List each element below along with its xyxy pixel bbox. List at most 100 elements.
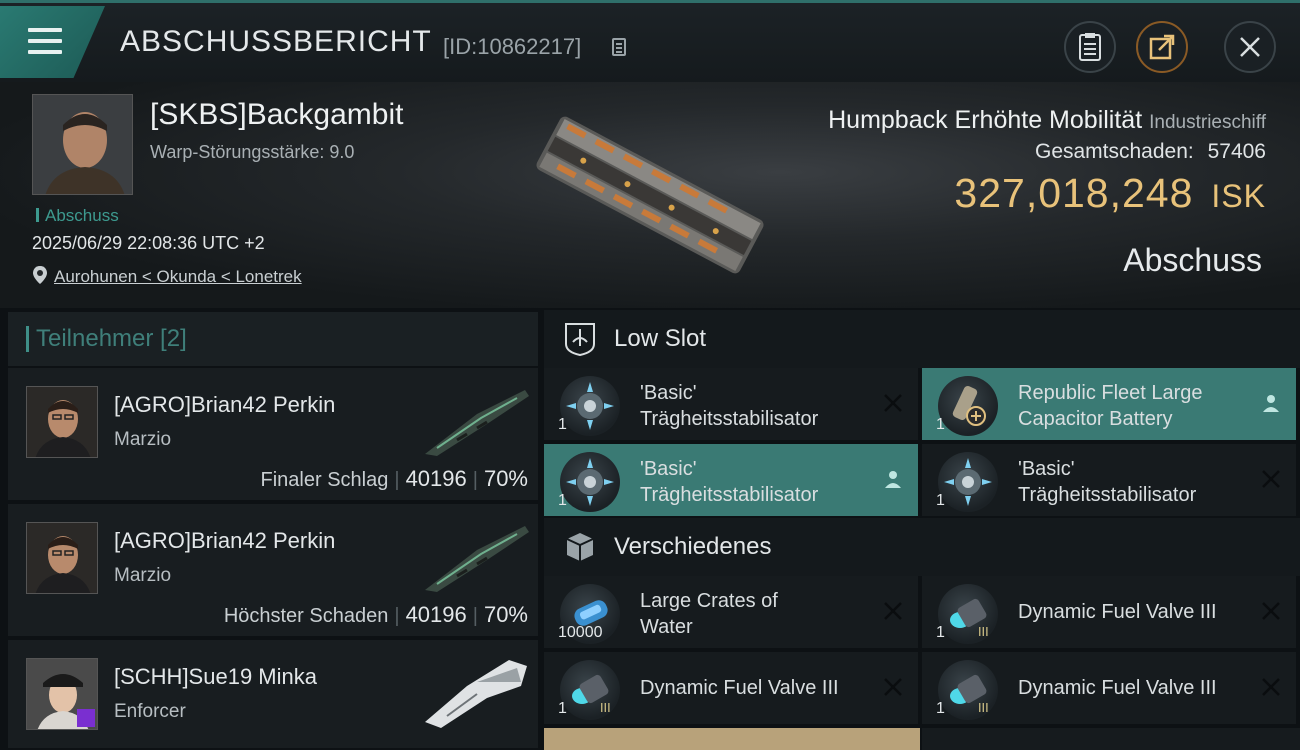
participant-ship: Marzio xyxy=(114,565,172,586)
participants-title: Teilnehmer [2] xyxy=(36,325,187,352)
ship-type: Humpback Erhöhte Mobilität xyxy=(828,106,1143,134)
misc-header[interactable]: Verschiedenes xyxy=(544,518,1300,576)
participant-ship: Enforcer xyxy=(114,701,186,722)
item-row[interactable]: III 1 Dynamic Fuel Valve III xyxy=(922,576,1296,648)
inertial-stabilizer-icon xyxy=(560,452,620,512)
corp-badge xyxy=(77,709,95,727)
svg-text:III: III xyxy=(978,701,989,715)
copy-icon[interactable] xyxy=(612,38,626,56)
item-row[interactable]: 10000 Large Crates of Water xyxy=(544,576,918,648)
victim-portrait[interactable] xyxy=(32,94,133,195)
destroyed-icon xyxy=(884,678,902,696)
item-row-partial[interactable] xyxy=(544,728,920,750)
destroyed-icon xyxy=(884,602,902,620)
item-quantity: 1 xyxy=(558,492,567,509)
close-button[interactable] xyxy=(1224,21,1276,73)
item-name: Large Crates of Water xyxy=(640,588,880,640)
avatar xyxy=(27,387,97,457)
inertial-stabilizer-glyph xyxy=(566,382,614,430)
item-name-line: Trägheitsstabilisator xyxy=(1018,484,1197,506)
ship-name[interactable]: Humpback Erhöhte Mobilität Industrieschi… xyxy=(828,106,1266,135)
share-icon xyxy=(1149,34,1175,60)
svg-text:III: III xyxy=(978,625,989,639)
inertial-stabilizer-icon xyxy=(560,376,620,436)
destroyed-icon xyxy=(1262,678,1280,696)
participant-ship-image xyxy=(425,390,529,456)
item-row[interactable]: 1 'Basic' Trägheitsstabilisator xyxy=(544,444,918,516)
fuel-valve-glyph: III xyxy=(950,598,989,639)
kill-id: [ID:10862217] xyxy=(443,34,582,59)
participant-stats: Finaler Schlag | 40196 | 70% xyxy=(260,466,528,491)
item-name-line: Dynamic Fuel Valve III xyxy=(1018,677,1217,699)
participant-damage: 40196 xyxy=(405,466,467,491)
item-row[interactable]: III 1 Dynamic Fuel Valve III xyxy=(922,652,1296,724)
victim-name[interactable]: [SKBS]Backgambit xyxy=(150,98,403,132)
item-row[interactable]: 1 Republic Fleet Large Capacitor Battery xyxy=(922,368,1296,440)
menu-icon xyxy=(28,28,62,32)
capacitor-battery-glyph xyxy=(952,385,986,426)
inertial-stabilizer-icon xyxy=(938,452,998,512)
participant-row[interactable]: [SCHH]Sue19 Minka Enforcer xyxy=(8,640,538,750)
item-row[interactable]: 1 'Basic' Trägheitsstabilisator xyxy=(922,444,1296,516)
participant-ship: Marzio xyxy=(114,429,172,450)
item-name-line: 'Basic' xyxy=(640,382,697,404)
participant-role: Finaler Schlag xyxy=(260,469,389,491)
item-name-line: Large Crates of xyxy=(640,590,778,612)
close-icon xyxy=(1240,37,1260,57)
share-button[interactable] xyxy=(1136,21,1188,73)
menu-button[interactable] xyxy=(0,6,105,78)
participant-portrait[interactable] xyxy=(26,386,98,458)
item-name-line: Trägheitsstabilisator xyxy=(640,484,819,506)
item-name-line: 'Basic' xyxy=(1018,458,1075,480)
report-button[interactable] xyxy=(1064,21,1116,73)
participant-row[interactable]: [AGRO]Brian42 Perkin Marzio Finaler Schl… xyxy=(8,368,538,502)
avatar xyxy=(33,95,132,194)
item-quantity: 1 xyxy=(558,700,567,717)
participant-damage: 40196 xyxy=(405,602,467,627)
low-slot-header[interactable]: Low Slot xyxy=(544,310,1300,368)
participant-name: [SCHH]Sue19 Minka xyxy=(114,664,317,689)
item-name: Dynamic Fuel Valve III xyxy=(1018,599,1258,625)
item-name-line: Republic Fleet Large xyxy=(1018,382,1203,404)
low-slot-icon xyxy=(565,323,595,356)
participant-portrait[interactable] xyxy=(26,658,98,730)
fuel-valve-icon: III xyxy=(938,584,998,644)
item-name: Dynamic Fuel Valve III xyxy=(640,675,880,701)
item-name: 'Basic' Trägheitsstabilisator xyxy=(640,456,880,508)
ship-image xyxy=(536,116,764,274)
item-quantity: 10000 xyxy=(558,624,603,641)
location-link[interactable]: Aurohunen < Okunda < Lonetrek xyxy=(54,267,302,287)
item-name-line: 'Basic' xyxy=(640,458,697,480)
item-quantity: 1 xyxy=(936,624,945,641)
total-damage-value: 57406 xyxy=(1207,140,1266,163)
item-row-partial[interactable] xyxy=(922,728,1300,750)
participant-stats: Höchster Schaden | 40196 | 70% xyxy=(223,602,528,627)
participants-header[interactable]: Teilnehmer [2] xyxy=(8,312,538,366)
item-name-line: Trägheitsstabilisator xyxy=(640,408,819,430)
menu-icon-bar xyxy=(28,39,62,43)
capacitor-battery-icon xyxy=(938,376,998,436)
item-name: Dynamic Fuel Valve III xyxy=(1018,675,1258,701)
kill-tag: Abschuss xyxy=(36,206,119,226)
dropped-person-icon xyxy=(1263,395,1279,412)
fuel-valve-glyph: III xyxy=(950,674,989,715)
participant-name: [AGRO]Brian42 Perkin xyxy=(114,392,336,417)
ship-class: Industrieschiff xyxy=(1149,112,1266,133)
participant-ship-image xyxy=(425,660,527,728)
misc-title: Verschiedenes xyxy=(614,533,772,560)
item-name: 'Basic' Trägheitsstabilisator xyxy=(640,380,880,432)
kill-result: Abschuss xyxy=(1123,242,1262,278)
item-quantity: 1 xyxy=(558,416,567,433)
participant-percent: 70% xyxy=(483,602,528,627)
destroyed-icon xyxy=(884,394,902,412)
item-row[interactable]: 1 'Basic' Trägheitsstabilisator xyxy=(544,368,918,440)
item-name-line: Capacitor Battery xyxy=(1018,408,1173,430)
destroyed-icon xyxy=(1262,602,1280,620)
isk-unit: ISK xyxy=(1211,178,1266,214)
participant-row[interactable]: [AGRO]Brian42 Perkin Marzio Höchster Sch… xyxy=(8,504,538,638)
participant-name: [AGRO]Brian42 Perkin xyxy=(114,528,336,553)
inertial-stabilizer-glyph xyxy=(566,458,614,506)
participant-portrait[interactable] xyxy=(26,522,98,594)
item-row[interactable]: III 1 Dynamic Fuel Valve III xyxy=(544,652,918,724)
total-damage-label: Gesamtschaden: xyxy=(1034,140,1194,163)
